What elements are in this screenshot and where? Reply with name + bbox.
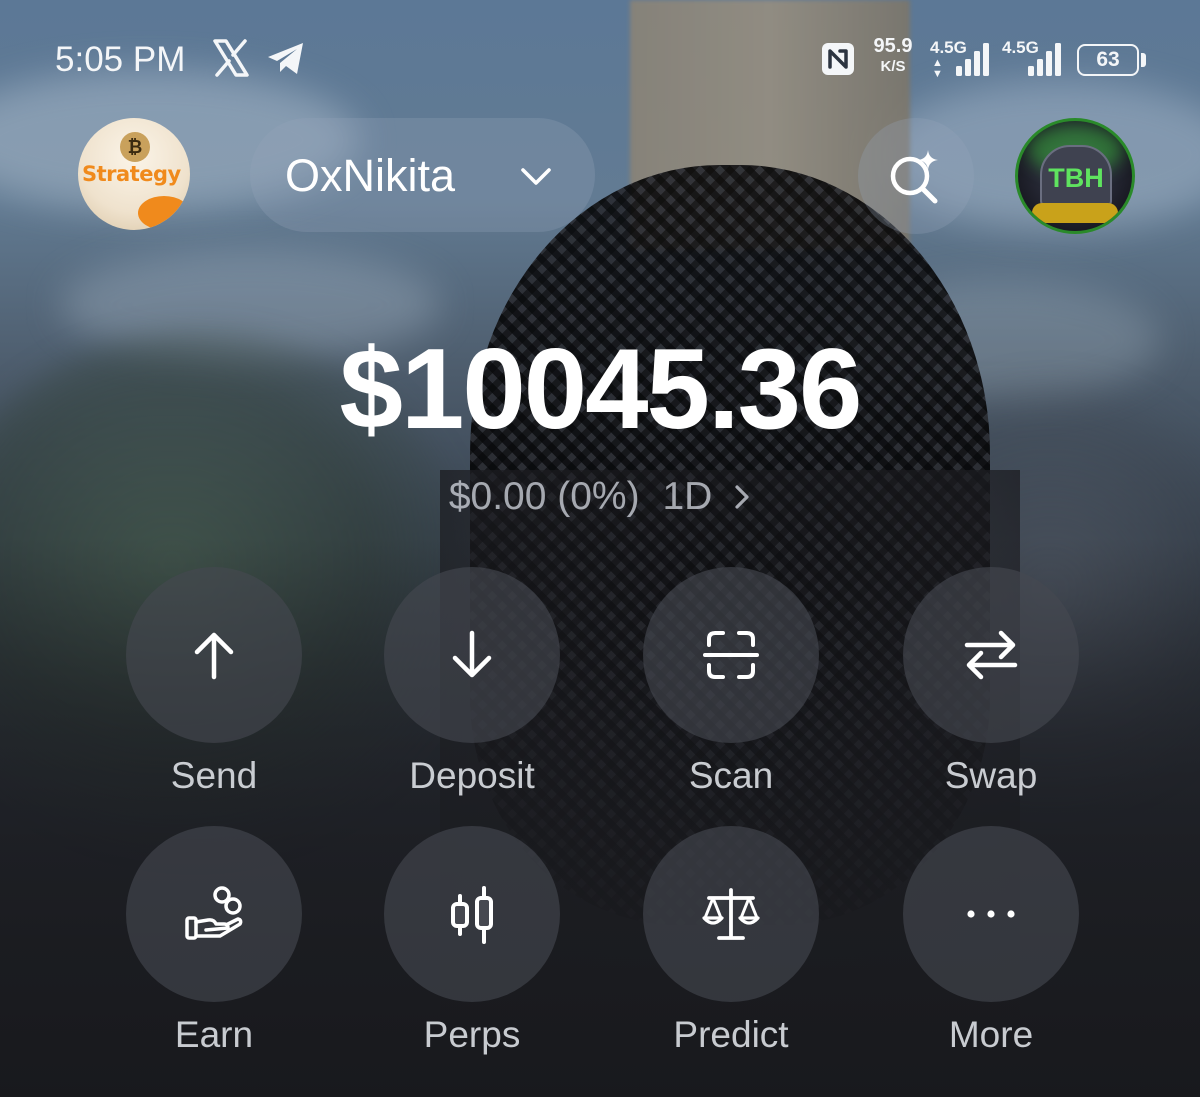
account-name: OxNikita xyxy=(285,150,456,201)
right-avatar[interactable]: TBH xyxy=(1015,118,1135,234)
scale-icon xyxy=(702,888,760,940)
scan-label: Scan xyxy=(688,755,774,796)
deposit-label: Deposit xyxy=(409,755,535,796)
scan-button-circle[interactable] xyxy=(643,567,819,743)
battery-icon: 63 xyxy=(1077,44,1139,76)
predict-label: Predict xyxy=(673,1014,789,1055)
more-button-circle[interactable] xyxy=(903,826,1079,1002)
more-label: More xyxy=(948,1014,1034,1055)
swap-button-circle[interactable] xyxy=(903,567,1079,743)
total-balance: $10045.36 xyxy=(339,326,863,453)
left-avatar-text: Strategy xyxy=(82,162,181,186)
earn-label: Earn xyxy=(174,1014,254,1055)
account-selector[interactable]: OxNikita xyxy=(250,118,595,232)
candlestick-icon xyxy=(451,886,493,944)
arrow-up-icon xyxy=(194,632,234,680)
coins-graphic xyxy=(1032,203,1118,223)
signal-icon xyxy=(956,43,989,76)
perps-button-circle[interactable] xyxy=(384,826,560,1002)
deposit-button-circle[interactable] xyxy=(384,567,560,743)
network-speed: 95.9 K/S xyxy=(868,36,918,74)
bitcoin-icon: ₿ xyxy=(120,132,150,162)
scan-icon xyxy=(703,631,759,679)
nfc-icon xyxy=(822,43,854,75)
right-avatar-text: TBH xyxy=(1048,163,1104,193)
chevron-right-icon xyxy=(735,485,749,509)
balance-change-value: $0.00 (0%) xyxy=(448,474,640,518)
avatar-decoration xyxy=(138,196,190,230)
network-speed-value: 95.9 xyxy=(873,35,913,57)
send-label: Send xyxy=(170,755,258,796)
data-arrows-icon: ▲ ▼ xyxy=(932,57,943,80)
signal-icon xyxy=(1028,43,1061,76)
earn-icon xyxy=(185,886,243,940)
more-icon xyxy=(967,910,1015,918)
balance-change-period: 1D xyxy=(662,474,713,518)
signal-sim-1: 4.5G ▲ ▼ xyxy=(930,38,994,80)
ai-search-button[interactable] xyxy=(858,118,974,234)
signal-sim-2: 4.5G xyxy=(1002,38,1066,78)
network-speed-unit: K/S xyxy=(880,58,906,75)
earn-button-circle[interactable] xyxy=(126,826,302,1002)
send-button-circle[interactable] xyxy=(126,567,302,743)
chevron-down-icon xyxy=(521,168,551,185)
swap-label: Swap xyxy=(944,755,1038,796)
telegram-icon xyxy=(268,43,303,74)
perps-label: Perps xyxy=(423,1014,521,1055)
balance-change[interactable]: $0.00 (0%) 1D xyxy=(0,473,1200,519)
arrow-down-icon xyxy=(452,630,492,678)
predict-button-circle[interactable] xyxy=(643,826,819,1002)
swap-icon xyxy=(964,630,1018,680)
ai-search-icon xyxy=(890,150,938,204)
x-logo-icon xyxy=(213,39,249,77)
battery-tip xyxy=(1141,53,1146,67)
status-time: 5:05 PM xyxy=(55,40,186,79)
left-avatar[interactable]: ₿ Strategy xyxy=(78,118,190,230)
